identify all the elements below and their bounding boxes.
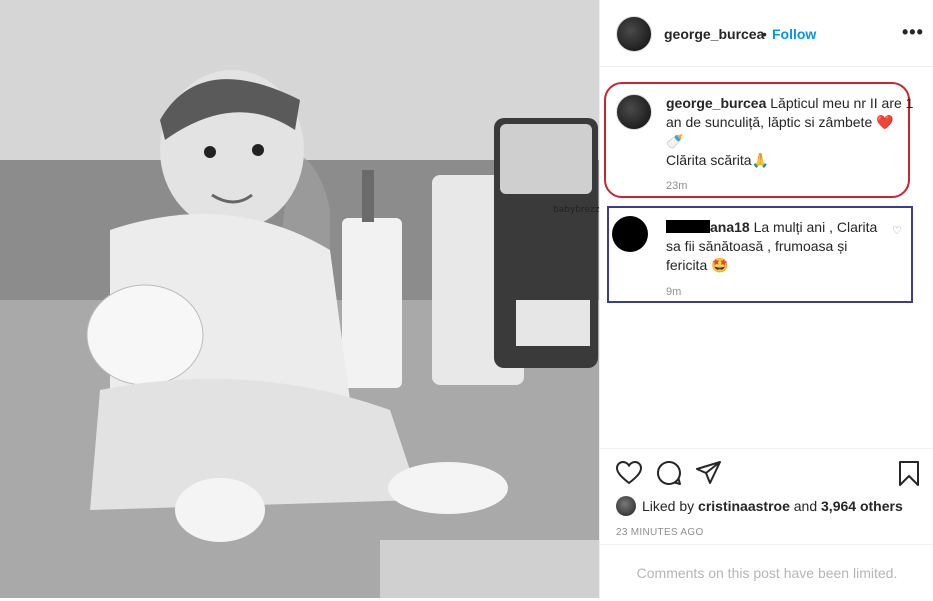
separator-dot: •	[762, 26, 767, 42]
redacted-username	[666, 220, 710, 233]
star-struck-emoji: 🤩	[711, 257, 729, 273]
comments-limited-notice: Comments on this post have been limited.	[600, 544, 933, 599]
caption-timestamp[interactable]: 23m	[666, 180, 687, 192]
caption-line2: Clărita scărita	[666, 152, 752, 168]
like-heart-icon[interactable]	[616, 461, 642, 485]
post-photo-illustration: babybrezza	[0, 0, 599, 598]
comment-like-icon[interactable]: ♡	[892, 224, 902, 237]
comment-author-username[interactable]: ana18	[710, 219, 750, 235]
post-timestamp[interactable]: 23 MINUTES AGO	[616, 527, 704, 538]
liked-by-label: Liked by	[642, 498, 699, 514]
share-paper-plane-icon[interactable]	[696, 461, 722, 485]
liker-username[interactable]: cristinaastroe	[698, 498, 790, 514]
more-options-icon[interactable]: •••	[902, 22, 924, 43]
and-label: and	[789, 498, 822, 514]
author-username[interactable]: george_burcea	[664, 26, 764, 42]
comment-timestamp[interactable]: 9m	[666, 286, 681, 298]
comment-bubble-icon[interactable]	[656, 460, 682, 486]
likes-summary: Liked by cristinaastroe and 3,964 others	[616, 496, 903, 516]
comment-text: ana18 La mulți ani , Clarita sa fii sănă…	[666, 218, 886, 275]
action-bar	[600, 448, 933, 449]
author-avatar[interactable]	[616, 16, 652, 52]
caption-author-avatar[interactable]	[616, 94, 652, 130]
post-photo: babybrezza	[0, 0, 599, 598]
appliance-brand-text: babybrezza	[553, 205, 599, 215]
caption-author-username[interactable]: george_burcea	[666, 95, 766, 111]
caption-text: george_burcea Lăpticul meu nr II are 1 a…	[666, 94, 914, 170]
post-header: george_burcea • Follow •••	[600, 0, 933, 67]
save-bookmark-icon[interactable]	[898, 461, 920, 487]
follow-button[interactable]: Follow	[772, 26, 816, 42]
praying-hands-emoji: 🙏	[751, 152, 770, 168]
others-count[interactable]: 3,964 others	[821, 498, 903, 514]
baby-bottle-emoji: 🍼	[666, 133, 684, 149]
post-panel: george_burcea • Follow ••• george_burcea…	[599, 0, 933, 598]
liker-avatar[interactable]	[616, 496, 636, 516]
comment-author-avatar[interactable]	[612, 216, 648, 252]
heart-emoji: ❤️	[876, 114, 894, 130]
